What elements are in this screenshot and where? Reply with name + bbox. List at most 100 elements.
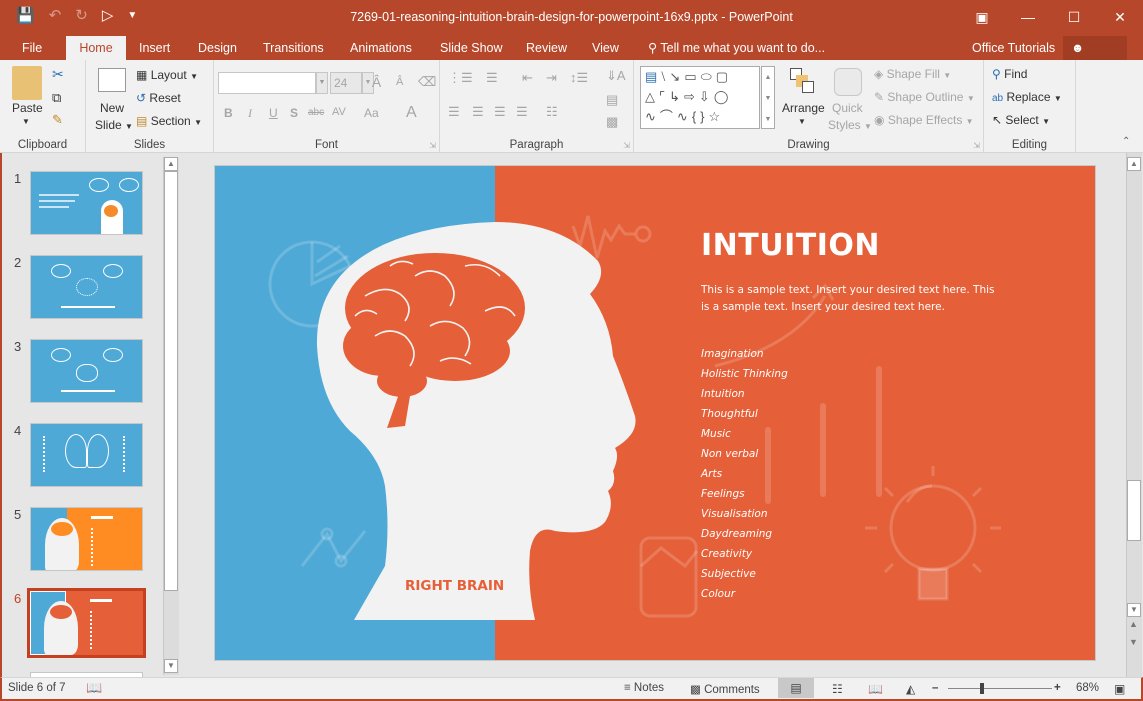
maximize-button[interactable]: ☐ — [1051, 0, 1097, 34]
slide-canvas[interactable]: RIGHT BRAIN INTUITION This is a sample t… — [214, 165, 1096, 661]
copy-icon[interactable]: ⧉ — [52, 90, 61, 106]
down-arrow-shape-icon[interactable]: ⇩ — [699, 89, 714, 104]
right-arrow-shape-icon[interactable]: ⇨ — [684, 89, 699, 104]
star-shape-icon[interactable]: ☆ — [709, 109, 725, 124]
justify-icon[interactable]: ☰ — [516, 104, 528, 120]
zoom-level[interactable]: 68% — [1076, 682, 1099, 694]
reading-view-button[interactable]: 📖 — [868, 682, 883, 696]
share-button[interactable]: ☻ Share — [1063, 36, 1127, 79]
slide-thumbnail-1[interactable] — [30, 171, 143, 235]
columns-icon[interactable]: ☷ — [546, 104, 558, 120]
quick-styles-label-1[interactable]: Quick — [832, 101, 863, 115]
previous-slide-icon[interactable]: ▲ — [1129, 619, 1138, 629]
slide-thumbnail-2[interactable] — [30, 255, 143, 319]
underline-button[interactable]: U — [269, 106, 278, 120]
increase-indent-icon[interactable]: ⇥ — [546, 70, 557, 86]
shape-fill-button[interactable]: ◈ Shape Fill ▼ — [874, 67, 951, 81]
oval-shape-icon[interactable]: ⬭ — [701, 69, 716, 84]
tab-review[interactable]: Review — [518, 36, 575, 60]
new-slide-label-1[interactable]: New — [100, 101, 124, 115]
tab-slide-show[interactable]: Slide Show — [432, 36, 511, 60]
new-slide-icon[interactable] — [98, 68, 126, 92]
arrange-icon[interactable] — [788, 68, 814, 94]
next-slide-icon[interactable]: ▼ — [1129, 637, 1138, 647]
scroll-up-button[interactable]: ▲ — [1127, 157, 1141, 171]
elbow-connector-icon[interactable]: ⌜ — [659, 89, 669, 104]
zoom-in-button[interactable]: + — [1054, 682, 1061, 694]
shape-effects-button[interactable]: ◉ Shape Effects ▼ — [874, 113, 974, 127]
slide-thumbnail-5[interactable] — [30, 507, 143, 571]
shapes-gallery[interactable]: ▤⧵↘▭⬭▢ △⌜↳⇨⇩◯ ∿⌒∿{}☆ — [640, 66, 760, 129]
paste-dropdown-icon[interactable]: ▼ — [22, 117, 30, 126]
shape-outline-button[interactable]: ✎ Shape Outline ▼ — [874, 90, 975, 104]
freeform-shape-icon[interactable]: ◯ — [714, 89, 733, 104]
spell-check-icon[interactable]: 📖 — [86, 680, 102, 696]
smartart-icon[interactable]: ▩ — [606, 114, 618, 130]
decrease-indent-icon[interactable]: ⇤ — [522, 70, 533, 86]
tab-insert[interactable]: Insert — [131, 36, 178, 60]
numbering-icon[interactable]: ☰ — [486, 70, 498, 86]
select-button[interactable]: ↖ Select ▼ — [992, 113, 1050, 127]
font-size-field[interactable]: 24 — [330, 72, 362, 94]
zoom-slider-thumb[interactable] — [979, 683, 984, 694]
scroll-down-button[interactable]: ▼ — [164, 659, 178, 673]
reset-button[interactable]: ↺ Reset — [136, 91, 181, 105]
scribble-shape-icon[interactable]: ∿ — [645, 109, 660, 124]
traits-list[interactable]: Imagination Holistic Thinking Intuition … — [701, 344, 788, 604]
normal-view-button[interactable]: ▤ — [778, 678, 814, 698]
align-left-icon[interactable]: ☰ — [448, 104, 460, 120]
slide-thumbnail-3[interactable] — [30, 339, 143, 403]
arrow-line-shape-icon[interactable]: ↘ — [669, 69, 684, 84]
slide-thumbnail-4[interactable] — [30, 423, 143, 487]
layout-button[interactable]: ▦ Layout ▼ — [136, 68, 198, 82]
font-color-button[interactable]: A — [406, 104, 417, 122]
quick-styles-button[interactable]: Styles ▼ — [828, 118, 872, 132]
align-right-icon[interactable]: ☰ — [494, 104, 506, 120]
tab-home[interactable]: Home — [66, 36, 126, 60]
replace-button[interactable]: ab Replace ▼ — [992, 90, 1062, 104]
tab-view[interactable]: View — [584, 36, 627, 60]
tab-transitions[interactable]: Transitions — [255, 36, 332, 60]
rectangle-shape-icon[interactable]: ▭ — [684, 69, 700, 84]
font-name-dropdown[interactable]: ▼ — [316, 72, 328, 94]
fit-to-window-button[interactable]: ▣ — [1114, 682, 1125, 696]
slide-thumbnail-6[interactable] — [27, 588, 146, 658]
arc-shape-icon[interactable]: ⌒ — [660, 109, 677, 124]
triangle-shape-icon[interactable]: △ — [645, 89, 659, 104]
align-center-icon[interactable]: ☰ — [472, 104, 484, 120]
slide-sorter-button[interactable]: ☷ — [832, 682, 843, 696]
align-text-icon[interactable]: ▤ — [606, 92, 618, 108]
format-painter-icon[interactable]: ✎ — [52, 112, 63, 128]
zoom-slider[interactable] — [948, 683, 1052, 694]
slide-scrollbar[interactable]: ▲ ▼ ▲ ▼ — [1126, 153, 1142, 677]
shapes-gallery-scroll[interactable]: ▲ ▼ ▼ — [761, 66, 775, 129]
minimize-button[interactable]: — — [1005, 0, 1051, 34]
slide-show-button[interactable]: ◭ — [906, 682, 915, 696]
character-spacing-button[interactable]: AV — [332, 106, 346, 118]
tell-me-search[interactable]: ⚲ Tell me what you want to do... — [640, 36, 833, 60]
strikethrough-button[interactable]: abc — [308, 107, 324, 118]
text-direction-icon[interactable]: ⇓A — [606, 68, 626, 84]
font-dialog-launcher-icon[interactable]: ⇲ — [429, 141, 436, 150]
scroll-thumb[interactable] — [164, 171, 178, 591]
paste-icon[interactable] — [12, 66, 42, 100]
section-button[interactable]: ▤ Section ▼ — [136, 114, 202, 128]
paragraph-dialog-launcher-icon[interactable]: ⇲ — [623, 141, 630, 150]
change-case-button[interactable]: Aa — [364, 106, 379, 120]
paste-button[interactable]: Paste — [12, 101, 43, 115]
cut-icon[interactable]: ✂ — [52, 66, 64, 83]
right-brace-icon[interactable]: } — [700, 109, 708, 124]
notes-button[interactable]: ≡ Notes — [624, 682, 664, 694]
line-spacing-icon[interactable]: ↕☰ — [570, 70, 588, 86]
tab-file[interactable]: File — [14, 36, 50, 60]
close-button[interactable]: ✕ — [1097, 0, 1143, 34]
left-brace-icon[interactable]: { — [692, 109, 700, 124]
rounded-rect-shape-icon[interactable]: ▢ — [716, 69, 732, 84]
italic-button[interactable]: I — [248, 106, 252, 121]
bold-button[interactable]: B — [224, 106, 233, 120]
thumbnail-scrollbar[interactable]: ▲ ▼ — [163, 157, 179, 675]
find-button[interactable]: ⚲ Find — [992, 67, 1027, 81]
bullets-icon[interactable]: ⋮☰ — [448, 70, 473, 86]
increase-font-icon[interactable]: Â — [368, 74, 381, 90]
elbow-arrow-icon[interactable]: ↳ — [669, 89, 684, 104]
